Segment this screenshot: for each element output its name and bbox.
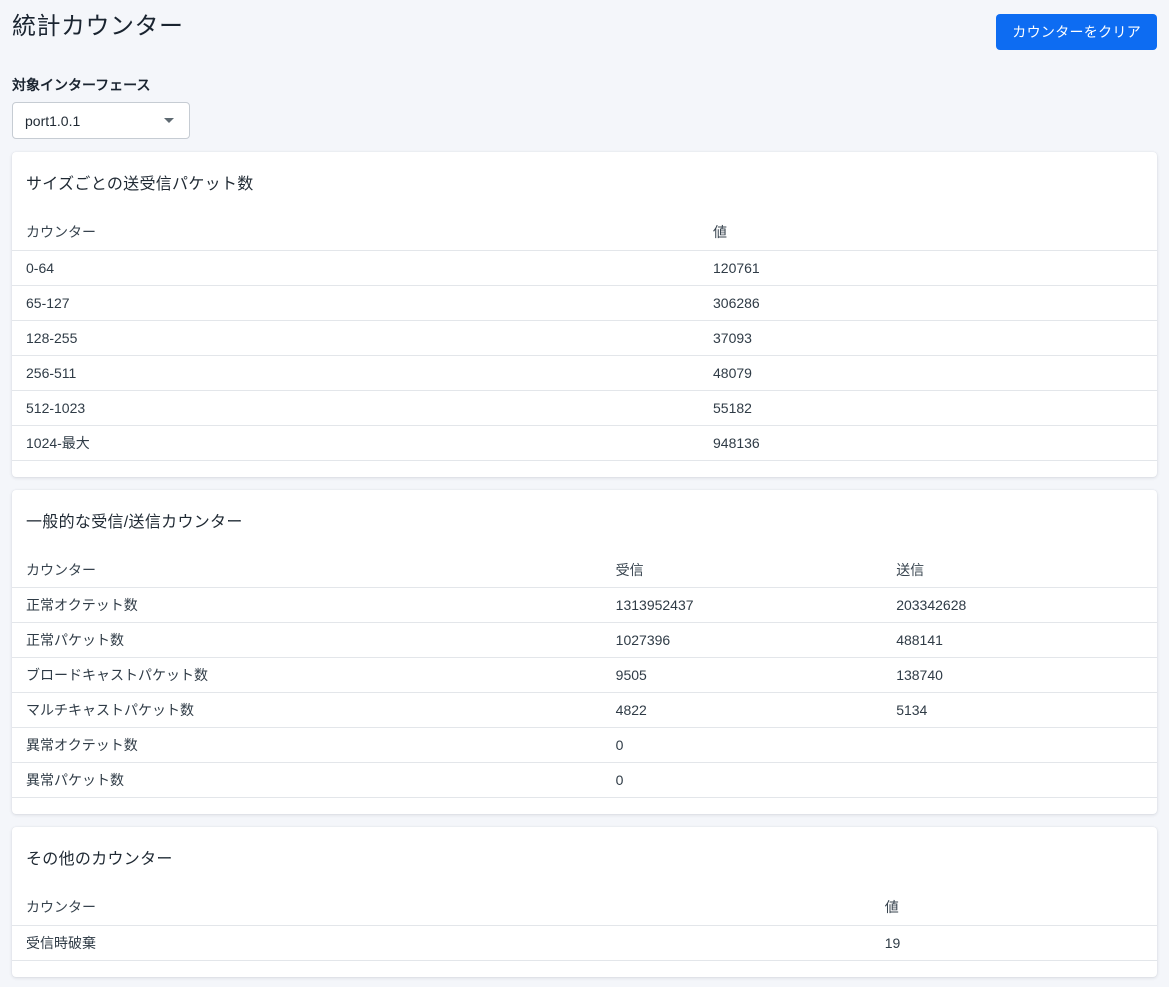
column-header-counter: カウンター	[12, 552, 602, 588]
table-cell: 1313952437	[601, 587, 883, 623]
column-header-send: 送信	[882, 552, 1157, 588]
table-cell: 4822	[601, 692, 883, 728]
card-other-counters: その他のカウンター カウンター 値 受信時破棄 19	[12, 827, 1157, 977]
interface-select-value: port1.0.1	[25, 112, 81, 129]
table-cell: 異常オクテット数	[12, 727, 602, 763]
page-title: 統計カウンター	[12, 13, 184, 40]
table-header-row: カウンター 値	[12, 890, 1157, 926]
table-cell: 1024-最大	[12, 425, 699, 461]
table-row: 128-255 37093	[12, 320, 1157, 356]
table-cell: 19	[870, 925, 1157, 961]
interface-select[interactable]: port1.0.1	[12, 102, 190, 139]
table-row: 256-511 48079	[12, 355, 1157, 391]
table-cell: 異常パケット数	[12, 762, 602, 798]
table-row: 512-1023 55182	[12, 390, 1157, 426]
column-header-counter: カウンター	[12, 215, 699, 251]
clear-counters-button[interactable]: カウンターをクリア	[996, 14, 1157, 50]
table-row: ブロードキャストパケット数 9505 138740	[12, 657, 1157, 693]
table-cell: 488141	[882, 622, 1157, 658]
column-header-receive: 受信	[601, 552, 883, 588]
column-header-counter: カウンター	[12, 890, 871, 926]
table-header-row: カウンター 値	[12, 215, 1157, 251]
page: 統計カウンター カウンターをクリア 対象インターフェース port1.0.1 サ…	[0, 0, 1169, 987]
table-cell: 0-64	[12, 250, 699, 286]
table-header-row: カウンター 受信 送信	[12, 552, 1157, 588]
table-row: 正常パケット数 1027396 488141	[12, 622, 1157, 658]
column-header-value: 値	[699, 215, 1157, 251]
page-header: 統計カウンター カウンターをクリア	[12, 14, 1157, 50]
card-title: サイズごとの送受信パケット数	[26, 176, 254, 193]
column-header-value: 値	[870, 890, 1157, 926]
table-cell: 正常パケット数	[12, 622, 602, 658]
table-cell: 948136	[699, 425, 1157, 461]
dropdown-arrow-icon	[164, 118, 174, 123]
table-cell: 48079	[699, 355, 1157, 391]
interface-select-label: 対象インターフェース	[12, 77, 151, 93]
table-cell: 128-255	[12, 320, 699, 356]
interface-selector-section: 対象インターフェース port1.0.1	[12, 75, 1157, 139]
table-row: マルチキャストパケット数 4822 5134	[12, 692, 1157, 728]
card-title: 一般的な受信/送信カウンター	[26, 513, 243, 531]
table-row: 正常オクテット数 1313952437 203342628	[12, 587, 1157, 623]
table-cell: 1027396	[601, 622, 883, 658]
general-counters-table: カウンター 受信 送信 正常オクテット数 1313952437 203342628 正…	[12, 552, 1157, 798]
card-general-rx-tx-counters: 一般的な受信/送信カウンター カウンター 受信 送信 正常オクテット数 13139…	[12, 489, 1157, 814]
table-cell: 受信時破棄	[12, 925, 871, 961]
table-cell: 37093	[699, 320, 1157, 356]
card-title: その他のカウンター	[26, 851, 173, 868]
table-cell	[882, 727, 1157, 763]
table-row: 受信時破棄 19	[12, 925, 1157, 961]
table-cell: 306286	[699, 285, 1157, 321]
table-row: 0-64 120761	[12, 250, 1157, 286]
table-cell	[882, 762, 1157, 798]
table-cell: 0	[601, 762, 883, 798]
table-cell: 120761	[699, 250, 1157, 286]
table-cell: 9505	[601, 657, 883, 693]
table-row: 異常オクテット数 0	[12, 727, 1157, 763]
table-cell: 55182	[699, 390, 1157, 426]
table-cell: ブロードキャストパケット数	[12, 657, 602, 693]
other-counters-table: カウンター 値 受信時破棄 19	[12, 890, 1157, 961]
table-row: 65-127 306286	[12, 285, 1157, 321]
card-packet-size-counters: サイズごとの送受信パケット数 カウンター 値 0-64 120761 65-127 3…	[12, 152, 1157, 477]
table-cell: 203342628	[882, 587, 1157, 623]
table-cell: 0	[601, 727, 883, 763]
table-cell: 65-127	[12, 285, 699, 321]
table-cell: マルチキャストパケット数	[12, 692, 602, 728]
packet-size-table: カウンター 値 0-64 120761 65-127 306286 128-255 370…	[12, 215, 1157, 461]
table-cell: 256-511	[12, 355, 699, 391]
table-cell: 512-1023	[12, 390, 699, 426]
table-row: 1024-最大 948136	[12, 425, 1157, 461]
table-cell: 5134	[882, 692, 1157, 728]
table-cell: 138740	[882, 657, 1157, 693]
table-cell: 正常オクテット数	[12, 587, 602, 623]
table-row: 異常パケット数 0	[12, 762, 1157, 798]
